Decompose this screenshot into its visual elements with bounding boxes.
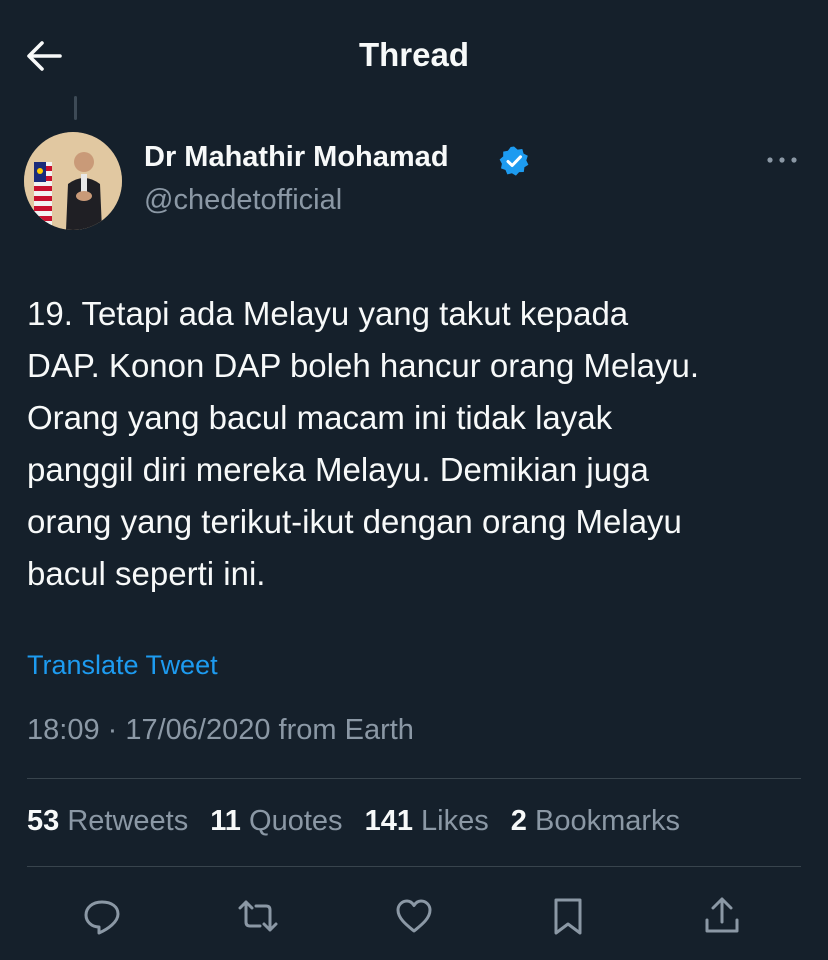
bookmark-icon [554,898,582,935]
author-name[interactable]: Dr Mahathir Mohamad [144,141,449,174]
tweet-text-line: orang yang terikut-ikut dengan orang Mel… [27,503,682,540]
bookmarks-label: Bookmarks [535,805,681,837]
tweet-text-line: bacul seperti ini. [27,555,266,592]
action-bar [0,886,828,946]
author-handle[interactable]: @chedetofficial [144,184,342,217]
tweet-text-line: DAP. Konon DAP boleh hancur orang Melayu… [27,347,700,384]
tweet-text-line: 19. Tetapi ada Melayu yang takut kepada [27,295,629,332]
tweet-text-line: Orang yang bacul macam ini tidak layak [27,399,613,436]
engagement-stats: 53 Retweets 11 Quotes 141 Likes 2 Bookma… [27,805,694,838]
like-icon [396,899,432,933]
bookmark-button[interactable] [546,894,590,938]
divider [27,778,801,779]
page-title: Thread [358,36,470,73]
divider [27,866,801,867]
translate-tweet-link[interactable]: Translate Tweet [27,650,218,681]
top-bar: Thread [0,0,828,110]
quotes-label: Quotes [249,805,343,837]
share-icon [705,897,739,933]
retweet-icon [238,900,278,932]
retweets-label: Retweets [67,805,189,837]
retweets-stat[interactable]: 53 Retweets [27,805,188,837]
tweet-text-line: panggil diri mereka Melayu. Demikian jug… [27,451,649,488]
more-options-button[interactable] [762,150,802,170]
more-dots-icon [767,157,797,163]
verified-badge-icon [499,146,529,176]
quotes-count: 11 [210,805,241,837]
retweet-button[interactable] [236,894,280,938]
tweet-text: 19. Tetapi ada Melayu yang takut kepada … [27,288,817,600]
bookmarks-count: 2 [510,805,527,837]
like-button[interactable] [392,894,436,938]
thread-connector-line [74,96,77,120]
retweets-count: 53 [27,805,60,837]
tweet-timestamp[interactable]: 18:09 · 17/06/2020 from Earth [27,714,414,747]
likes-stat[interactable]: 141 Likes [365,805,489,837]
avatar-image [24,132,122,230]
reply-icon [84,900,120,935]
share-button[interactable] [700,894,744,938]
quotes-stat[interactable]: 11 Quotes [210,805,342,837]
bookmarks-stat[interactable]: 2 Bookmarks [511,805,680,837]
reply-button[interactable] [80,894,124,938]
likes-label: Likes [421,805,489,837]
likes-count: 141 [364,805,413,837]
avatar[interactable] [24,132,122,230]
